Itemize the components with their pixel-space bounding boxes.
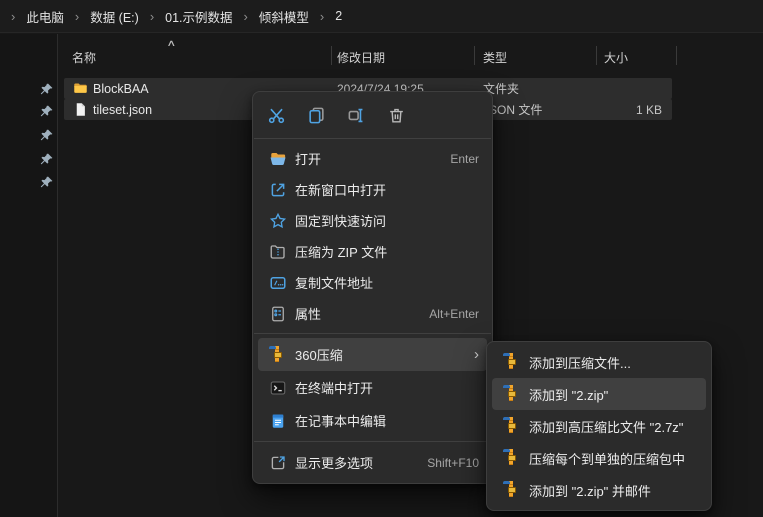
menu-item-label: 压缩每个到单独的压缩包中 (529, 449, 698, 468)
menu-item-open-terminal[interactable]: 在终端中打开 (258, 371, 487, 404)
breadcrumb-leading-chevron-icon[interactable]: › (4, 10, 22, 23)
menu-item-label: 显示更多选项 (295, 453, 419, 472)
column-divider[interactable] (676, 46, 677, 65)
pushpin-icon[interactable] (39, 82, 54, 97)
column-headers: ∧ 名称 修改日期 类型 大小 (58, 40, 678, 72)
pushpin-icon[interactable] (39, 175, 54, 190)
menu-group-1: 打开 Enter 在新窗口中打开 固定到快速访问 压缩为 ZIP 文件 复制文件… (253, 139, 492, 333)
column-header-date[interactable]: 修改日期 (337, 49, 385, 66)
pushpin-icon[interactable] (39, 104, 54, 119)
menu-item-label: 添加到高压缩比文件 "2.7z" (529, 417, 698, 436)
menu-item-label: 在新窗口中打开 (295, 180, 479, 199)
pushpin-icon[interactable] (39, 152, 54, 167)
column-header-type[interactable]: 类型 (483, 49, 507, 66)
menu-item-edit-notepad[interactable]: 在记事本中编辑 (258, 404, 487, 437)
menu-item-label: 添加到 "2.zip" 并邮件 (529, 481, 698, 500)
zip-folder-icon (269, 243, 287, 261)
menu-item-pin-quick-access[interactable]: 固定到快速访问 (258, 205, 487, 236)
menu-item-show-more-options[interactable]: 显示更多选项 Shift+F10 (258, 446, 487, 479)
breadcrumb-item-drive[interactable]: 数据 (E:) (86, 5, 143, 28)
360zip-icon (503, 417, 521, 435)
menu-item-label: 在终端中打开 (295, 378, 479, 397)
submenu-item-compress-each[interactable]: 压缩每个到单独的压缩包中 (492, 442, 706, 474)
360zip-icon (503, 449, 521, 467)
360zip-icon (503, 385, 521, 403)
menu-item-label: 压缩为 ZIP 文件 (295, 242, 479, 261)
file-name: tileset.json (93, 103, 152, 117)
menu-item-copy-path[interactable]: 复制文件地址 (258, 267, 487, 298)
menu-item-label: 在记事本中编辑 (295, 411, 479, 430)
file-size: 1 KB (596, 103, 668, 117)
copy-icon (307, 106, 326, 125)
menu-group-3: 显示更多选项 Shift+F10 (253, 442, 492, 483)
menu-item-label: 添加到压缩文件... (529, 353, 698, 372)
breadcrumb-item-oblique-model[interactable]: 倾斜模型 (255, 5, 313, 28)
pushpin-icon[interactable] (39, 128, 54, 143)
chevron-right-icon: › (237, 10, 255, 23)
rename-icon (347, 106, 366, 125)
submenu-item-add-to-archive[interactable]: 添加到压缩文件... (492, 346, 706, 378)
menu-item-label: 打开 (295, 149, 442, 168)
shortcut-label: Enter (450, 152, 479, 166)
open-new-window-icon (269, 181, 287, 199)
folder-icon (73, 81, 88, 96)
breadcrumb-item-this-pc[interactable]: 此电脑 (22, 5, 68, 28)
sort-ascending-icon: ∧ (166, 38, 176, 49)
column-divider[interactable] (474, 46, 475, 65)
chevron-right-icon: › (313, 10, 331, 23)
rename-button[interactable] (341, 100, 371, 130)
submenu-item-add-and-email[interactable]: 添加到 "2.zip" 并邮件 (492, 474, 706, 506)
open-folder-icon (269, 150, 287, 168)
column-divider[interactable] (596, 46, 597, 65)
breadcrumb: › 此电脑 › 数据 (E:) › 01.示例数据 › 倾斜模型 › 2 (0, 0, 763, 33)
column-header-name[interactable]: 名称 (72, 49, 96, 66)
360zip-icon (503, 481, 521, 499)
360zip-icon (503, 353, 521, 371)
menu-item-label: 复制文件地址 (295, 273, 479, 292)
submenu-item-add-to-7z[interactable]: 添加到高压缩比文件 "2.7z" (492, 410, 706, 442)
menu-item-label: 属性 (295, 304, 421, 323)
submenu-arrow-icon: › (474, 347, 479, 362)
shortcut-label: Alt+Enter (429, 307, 479, 321)
chevron-right-icon: › (143, 10, 161, 23)
menu-item-properties[interactable]: 属性 Alt+Enter (258, 298, 487, 329)
breadcrumb-item-sample-data[interactable]: 01.示例数据 (161, 5, 236, 28)
zip-submenu: 添加到压缩文件... 添加到 "2.zip" 添加到高压缩比文件 "2.7z" … (486, 341, 712, 511)
star-icon (269, 212, 287, 230)
menu-group-2: 360压缩 › 在终端中打开 在记事本中编辑 (253, 334, 492, 441)
notepad-icon (269, 412, 287, 430)
menu-item-label: 360压缩 (295, 345, 466, 364)
menu-item-open-new-window[interactable]: 在新窗口中打开 (258, 174, 487, 205)
file-icon (73, 102, 88, 117)
pane-divider (57, 34, 58, 517)
file-explorer-window: › 此电脑 › 数据 (E:) › 01.示例数据 › 倾斜模型 › 2 ∧ 名… (0, 0, 763, 517)
menu-item-label: 固定到快速访问 (295, 211, 479, 230)
trash-icon (387, 106, 406, 125)
terminal-icon (269, 379, 287, 397)
breadcrumb-item-current-folder[interactable]: 2 (331, 7, 346, 25)
menu-item-360zip[interactable]: 360压缩 › (258, 338, 487, 371)
copy-path-icon (269, 274, 287, 292)
column-header-size[interactable]: 大小 (604, 49, 628, 66)
menu-item-compress-zip[interactable]: 压缩为 ZIP 文件 (258, 236, 487, 267)
scissors-icon (267, 106, 286, 125)
delete-button[interactable] (381, 100, 411, 130)
more-options-icon (269, 454, 287, 472)
submenu-item-add-to-2zip[interactable]: 添加到 "2.zip" (492, 378, 706, 410)
chevron-right-icon: › (68, 10, 86, 23)
properties-icon (269, 305, 287, 323)
menu-item-label: 添加到 "2.zip" (529, 385, 698, 404)
context-menu: 打开 Enter 在新窗口中打开 固定到快速访问 压缩为 ZIP 文件 复制文件… (252, 91, 493, 484)
column-divider[interactable] (331, 46, 332, 65)
360zip-icon (269, 346, 287, 364)
quick-actions-row (253, 92, 492, 138)
copy-button[interactable] (301, 100, 331, 130)
file-name: BlockBAA (93, 82, 149, 96)
menu-item-open[interactable]: 打开 Enter (258, 143, 487, 174)
cut-button[interactable] (261, 100, 291, 130)
shortcut-label: Shift+F10 (427, 456, 479, 470)
